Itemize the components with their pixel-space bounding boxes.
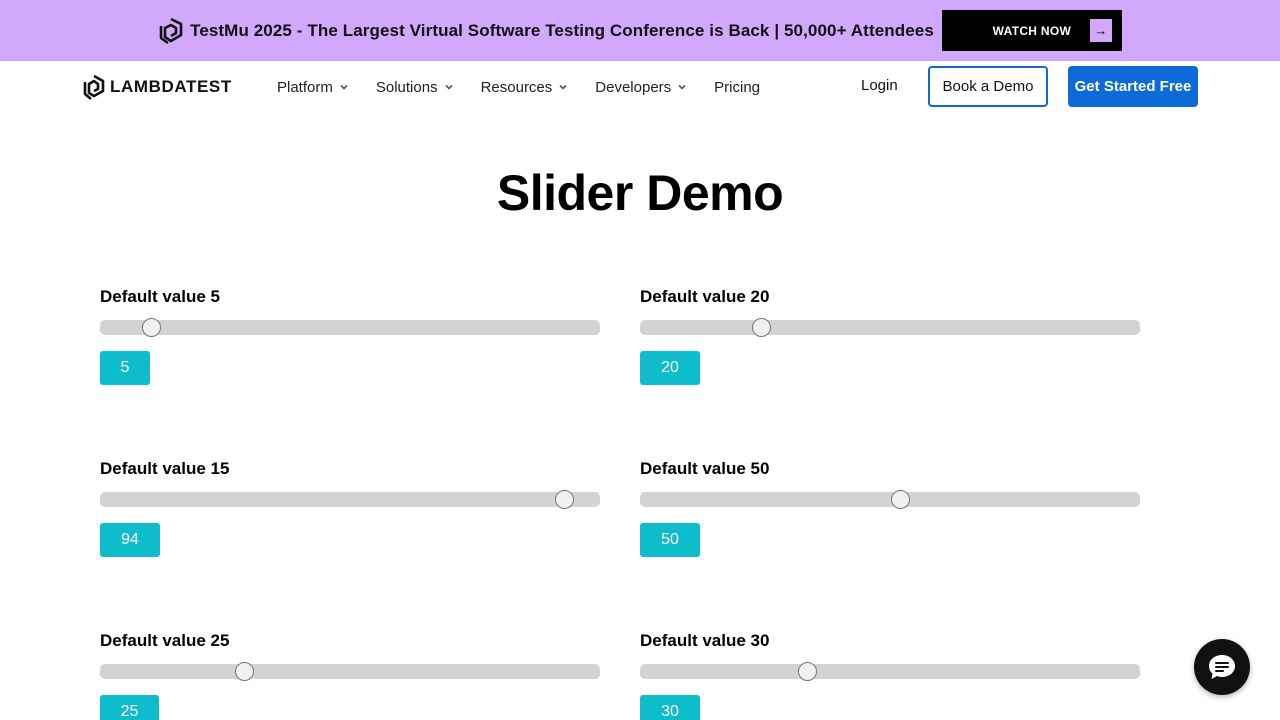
slider-track[interactable] xyxy=(640,318,1140,337)
watch-now-label: WATCH NOW xyxy=(992,23,1072,38)
slider-track[interactable] xyxy=(640,662,1140,681)
nav-item-label: Platform xyxy=(277,78,333,96)
arrow-right-icon: → xyxy=(1089,19,1112,42)
get-started-free-button[interactable]: Get Started Free xyxy=(1068,66,1198,107)
slider-track[interactable] xyxy=(640,490,1140,509)
slider-thumb[interactable] xyxy=(751,318,771,337)
slider-label: Default value 50 xyxy=(640,459,770,478)
slider-thumb[interactable] xyxy=(142,318,162,337)
slider-track[interactable] xyxy=(100,490,600,509)
login-link[interactable]: Login xyxy=(861,77,898,94)
slider-value-output: 5 xyxy=(100,351,150,385)
chevron-down-icon xyxy=(678,84,686,90)
chevron-down-icon xyxy=(340,84,348,90)
slider-value-output: 50 xyxy=(640,523,700,557)
promo-banner-text: TestMu 2025 - The Largest Virtual Softwa… xyxy=(190,20,934,40)
slider-label: Default value 25 xyxy=(100,631,230,650)
nav-item-label: Developers xyxy=(595,78,672,96)
page-title: Slider Demo xyxy=(496,165,784,221)
slider-value-output: 25 xyxy=(100,695,159,720)
slider-thumb[interactable] xyxy=(555,490,575,509)
slider-group: Default value 20 20 xyxy=(640,287,1140,385)
slider-thumb[interactable] xyxy=(891,490,910,509)
slider-track[interactable] xyxy=(100,662,600,681)
testmu-logo-icon xyxy=(159,17,183,44)
slider-label: Default value 30 xyxy=(640,631,770,650)
slider-label: Default value 15 xyxy=(100,459,230,478)
promo-banner: TestMu 2025 - The Largest Virtual Softwa… xyxy=(0,0,1280,61)
nav-item-label: Resources xyxy=(480,78,553,96)
chevron-down-icon xyxy=(445,84,453,90)
slider-group: Default value 25 25 xyxy=(100,631,600,720)
chat-button[interactable] xyxy=(1194,639,1250,695)
lambdatest-logo-icon xyxy=(83,74,105,100)
chevron-down-icon xyxy=(559,84,567,90)
nav-item-label: Pricing xyxy=(714,78,761,96)
slider-value-output: 94 xyxy=(100,523,160,557)
slider-value-output: 20 xyxy=(640,351,700,385)
logo-text: LAMBDATEST xyxy=(110,77,232,96)
main-nav: Platform Solutions Resources Developers … xyxy=(277,61,788,113)
slider-group: Default value 15 94 xyxy=(100,459,600,557)
nav-item-solutions[interactable]: Solutions xyxy=(376,79,453,96)
chat-icon xyxy=(1209,655,1235,679)
slider-thumb[interactable] xyxy=(235,662,254,681)
slider-thumb[interactable] xyxy=(798,662,818,681)
slider-track[interactable] xyxy=(100,318,600,337)
promo-banner-content: TestMu 2025 - The Largest Virtual Softwa… xyxy=(158,10,1122,51)
book-demo-button[interactable]: Book a Demo xyxy=(928,66,1048,107)
nav-item-label: Solutions xyxy=(375,78,438,96)
nav-item-resources[interactable]: Resources xyxy=(481,79,568,96)
slider-group: Default value 50 50 xyxy=(640,459,1140,557)
nav-item-developers[interactable]: Developers xyxy=(595,79,686,96)
nav-item-platform[interactable]: Platform xyxy=(277,79,348,96)
site-header: LAMBDATEST Platform Solutions Resources … xyxy=(0,61,1280,113)
slider-group: Default value 5 5 xyxy=(100,287,600,385)
slider-label: Default value 5 xyxy=(100,287,220,306)
watch-now-button[interactable]: WATCH NOW → xyxy=(941,10,1122,51)
lambdatest-logo[interactable]: LAMBDATEST xyxy=(82,73,232,101)
slider-value-output: 30 xyxy=(640,695,700,720)
slider-label: Default value 20 xyxy=(640,287,770,306)
nav-item-pricing[interactable]: Pricing xyxy=(714,79,760,96)
slider-group: Default value 30 30 xyxy=(640,631,1140,720)
